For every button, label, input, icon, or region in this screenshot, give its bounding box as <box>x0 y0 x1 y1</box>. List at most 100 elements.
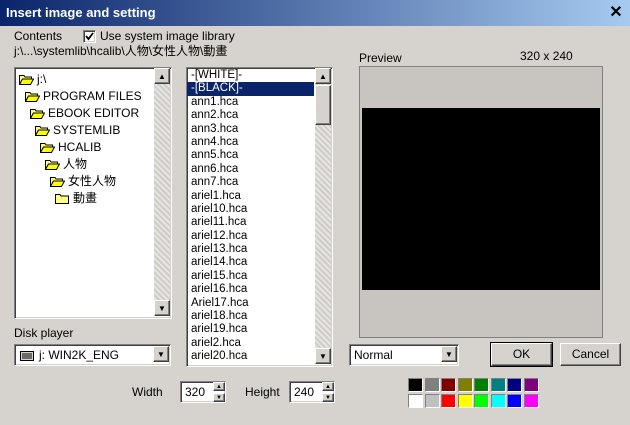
file-list-item[interactable]: ann7.hca <box>187 176 314 189</box>
scroll-up-button[interactable]: ▲ <box>315 68 331 84</box>
contents-label: Contents <box>14 29 63 43</box>
color-swatch[interactable] <box>523 394 539 408</box>
scroll-thumb[interactable] <box>315 85 331 125</box>
height-value: 240 <box>294 385 315 399</box>
height-up-button[interactable]: ▲ <box>322 382 334 391</box>
use-library-label: Use system image library <box>100 29 235 43</box>
tree-item-female-people[interactable]: 女性人物 <box>50 173 116 189</box>
preview-size: 320 x 240 <box>520 49 573 63</box>
tree-item-animation[interactable]: 動畫 <box>55 190 97 206</box>
folder-open-icon <box>35 125 50 137</box>
color-swatch[interactable] <box>507 378 522 392</box>
title-bar: Insert image and setting ✕ <box>0 0 630 26</box>
tree-item-hcalib[interactable]: HCALIB <box>40 139 101 155</box>
file-list-item[interactable]: ann5.hca <box>187 149 314 162</box>
color-swatch[interactable] <box>424 378 440 392</box>
color-swatch[interactable] <box>424 394 440 408</box>
folder-tree-items: j:\ PROGRAM FILES EBOOK EDITOR SYSTEMLIB… <box>15 68 153 316</box>
file-list-item[interactable]: ariel14.hca <box>187 256 314 269</box>
preview-label: Preview <box>359 51 402 65</box>
folder-open-icon <box>25 91 40 103</box>
disk-player-dropdown[interactable]: j: WIN2K_ENG ▼ <box>14 344 171 366</box>
folder-tree[interactable]: j:\ PROGRAM FILES EBOOK EDITOR SYSTEMLIB… <box>14 67 172 319</box>
folder-open-icon <box>30 108 45 120</box>
tree-item-label: SYSTEMLIB <box>53 123 121 137</box>
color-swatch[interactable] <box>457 394 473 408</box>
tree-item-people[interactable]: 人物 <box>45 156 87 172</box>
file-list-item[interactable]: ariel12.hca <box>187 230 314 243</box>
window-title: Insert image and setting <box>6 5 156 20</box>
tree-item-program-files[interactable]: PROGRAM FILES <box>25 88 142 104</box>
folder-open-icon <box>40 142 55 154</box>
color-swatch[interactable] <box>408 394 423 408</box>
tree-scrollbar[interactable]: ▲ ▼ <box>154 68 170 316</box>
width-spinner[interactable]: 320 ▲ ▼ <box>180 381 226 403</box>
height-label: Height <box>245 385 280 399</box>
file-list-item[interactable]: ann4.hca <box>187 136 314 149</box>
scroll-down-icon: ▼ <box>158 304 166 313</box>
file-list-item[interactable]: ariel13.hca <box>187 243 314 256</box>
file-list-item[interactable]: -[BLACK]- <box>187 82 314 96</box>
preview-frame <box>359 66 603 338</box>
file-list-item[interactable]: ariel19.hca <box>187 323 314 336</box>
color-swatch[interactable] <box>490 378 506 392</box>
scroll-down-icon: ▼ <box>319 352 327 361</box>
color-palette <box>408 378 542 412</box>
file-list-item[interactable]: ann2.hca <box>187 109 314 122</box>
color-swatch[interactable] <box>441 394 456 408</box>
color-swatch[interactable] <box>507 394 522 408</box>
height-down-button[interactable]: ▼ <box>322 393 334 402</box>
file-list-items: -[WHITE]- -[BLACK]- ann1.hca ann2.hca ann3.h… <box>187 69 314 365</box>
ok-button[interactable]: OK <box>490 342 553 367</box>
scroll-down-button[interactable]: ▼ <box>154 300 170 316</box>
insert-image-dialog: Insert image and setting ✕ Contents Use … <box>0 0 630 425</box>
tree-item-label: PROGRAM FILES <box>43 89 142 103</box>
file-list-item[interactable]: ann3.hca <box>187 123 314 136</box>
color-swatch[interactable] <box>474 394 489 408</box>
file-list-item[interactable]: ann6.hca <box>187 163 314 176</box>
cancel-button[interactable]: Cancel <box>560 343 621 366</box>
chevron-down-icon: ▼ <box>157 350 165 359</box>
tree-item-label: 女性人物 <box>68 174 117 188</box>
tree-item-label: HCALIB <box>58 140 102 154</box>
file-list[interactable]: -[WHITE]- -[BLACK]- ann1.hca ann2.hca ann3.h… <box>186 67 333 367</box>
color-swatch[interactable] <box>457 378 473 392</box>
file-list-item[interactable]: ariel1.hca <box>187 190 314 203</box>
display-mode-dropdown[interactable]: Normal ▼ <box>349 344 459 366</box>
file-list-item[interactable]: ariel16.hca <box>187 283 314 296</box>
scroll-up-icon: ▲ <box>158 72 166 81</box>
file-list-item[interactable]: ariel20.hca <box>187 350 314 363</box>
display-mode-arrow[interactable]: ▼ <box>441 346 457 362</box>
color-swatch[interactable] <box>523 378 539 392</box>
color-swatch[interactable] <box>441 378 456 392</box>
file-list-item[interactable]: ariel2.hca <box>187 337 314 350</box>
file-list-item[interactable]: ariel11.hca <box>187 216 314 229</box>
scroll-down-button[interactable]: ▼ <box>315 348 331 364</box>
file-list-item[interactable]: ariel18.hca <box>187 310 314 323</box>
scroll-up-button[interactable]: ▲ <box>154 68 170 84</box>
close-button[interactable]: ✕ <box>606 3 626 23</box>
color-swatch[interactable] <box>408 378 423 392</box>
file-list-item[interactable]: ann1.hca <box>187 96 314 109</box>
color-swatch[interactable] <box>490 394 506 408</box>
width-up-button[interactable]: ▲ <box>213 382 225 391</box>
file-list-scrollbar[interactable]: ▲ ▼ <box>315 68 331 364</box>
disk-player-arrow[interactable]: ▼ <box>153 346 169 362</box>
file-list-item[interactable]: ariel15.hca <box>187 270 314 283</box>
chevron-down-icon: ▼ <box>445 350 453 359</box>
color-swatch[interactable] <box>474 378 489 392</box>
folder-open-icon <box>50 176 65 188</box>
file-list-item[interactable]: -[WHITE]- <box>187 69 314 82</box>
check-icon <box>85 32 94 41</box>
drive-icon <box>20 350 34 364</box>
tree-item-root[interactable]: j:\ <box>19 71 46 87</box>
preview-image <box>362 108 600 290</box>
width-down-button[interactable]: ▼ <box>213 393 225 402</box>
tree-item-ebook-editor[interactable]: EBOOK EDITOR <box>30 105 139 121</box>
tree-item-systemlib[interactable]: SYSTEMLIB <box>35 122 120 138</box>
disk-player-value: j: WIN2K_ENG <box>39 348 120 362</box>
file-list-item[interactable]: ariel10.hca <box>187 203 314 216</box>
tree-item-label: 人物 <box>63 157 88 171</box>
height-spinner[interactable]: 240 ▲ ▼ <box>289 381 335 403</box>
file-list-item[interactable]: Ariel17.hca <box>187 297 314 310</box>
